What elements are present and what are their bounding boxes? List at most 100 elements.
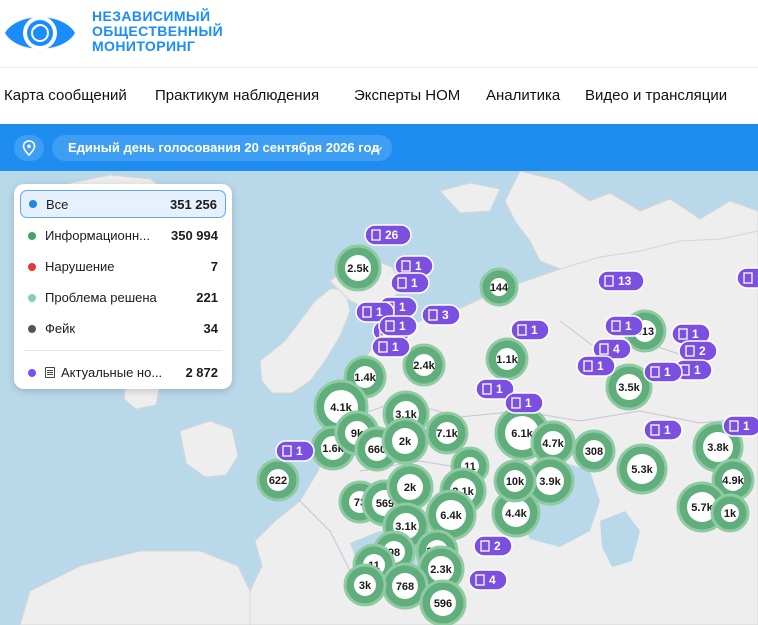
- news-pill[interactable]: 1: [736, 267, 758, 289]
- map-cluster[interactable]: 1.1k: [485, 337, 529, 381]
- legend-item-news[interactable]: Актуальные но... 2 872: [20, 357, 226, 388]
- news-pill[interactable]: 4: [468, 569, 508, 591]
- cluster-count: 1.1k: [496, 354, 518, 366]
- map-cluster[interactable]: 7.1k: [425, 411, 469, 455]
- legend-divider: [24, 350, 222, 351]
- legend-item-info[interactable]: Информационн... 350 994: [20, 220, 226, 251]
- news-pill[interactable]: 1: [378, 315, 418, 337]
- map-cluster[interactable]: 622: [256, 458, 300, 502]
- legend-item-resolved[interactable]: Проблема решена 221: [20, 282, 226, 313]
- map-cluster[interactable]: 2.5k: [334, 244, 382, 292]
- map-cluster[interactable]: 308: [572, 429, 616, 473]
- map-cluster[interactable]: 144: [479, 267, 519, 307]
- election-select-value: Единый день голосования 20 сентября 2026…: [68, 140, 380, 155]
- election-select[interactable]: Единый день голосования 20 сентября 2026…: [52, 135, 392, 161]
- news-pill[interactable]: 1: [390, 272, 430, 294]
- news-pill[interactable]: 1: [275, 440, 315, 462]
- main-nav: Карта сообщений Практикум наблюдения Экс…: [0, 68, 758, 124]
- map-cluster[interactable]: 596: [419, 579, 467, 625]
- cluster-count: 4.7k: [542, 438, 564, 450]
- cluster-count: 308: [585, 446, 603, 458]
- nav-video[interactable]: Видео и трансляции: [585, 87, 727, 104]
- legend-item-violation[interactable]: Нарушение 7: [20, 251, 226, 282]
- news-pill[interactable]: 3: [421, 304, 461, 326]
- legend-item-all[interactable]: Все 351 256: [20, 190, 226, 218]
- brand-line-2: ОБЩЕСТВЕННЫЙ: [92, 23, 224, 39]
- legend-dot: [28, 368, 36, 377]
- legend-item-fake[interactable]: Фейк 34: [20, 313, 226, 344]
- news-pill[interactable]: 2: [678, 340, 718, 362]
- cluster-count: 4.9k: [722, 475, 744, 487]
- cluster-count: 6.4k: [440, 510, 462, 522]
- cluster-count: 10k: [506, 476, 525, 488]
- cluster-count: 3.9k: [539, 476, 561, 488]
- pill-count: 1: [664, 423, 671, 437]
- pill-count: 1: [415, 259, 422, 273]
- chevron-down-icon: ⌵: [372, 141, 382, 155]
- map-cluster[interactable]: 3k: [343, 563, 387, 607]
- news-pill[interactable]: 1: [510, 319, 550, 341]
- pill-count: 1: [411, 276, 418, 290]
- nav-analytics[interactable]: Аналитика: [486, 87, 560, 104]
- pill-count: 1: [399, 319, 406, 333]
- pill-count: 13: [618, 274, 632, 288]
- news-pill[interactable]: 1: [504, 392, 544, 414]
- eye-logo-icon[interactable]: [3, 8, 77, 58]
- nav-observation-practice[interactable]: Практикум наблюдения: [155, 87, 319, 104]
- cluster-count: 144: [490, 282, 509, 294]
- legend-label: Проблема решена: [45, 290, 157, 305]
- cluster-count: 622: [269, 475, 287, 487]
- pill-count: 1: [376, 305, 383, 319]
- cluster-count: 768: [396, 581, 414, 593]
- news-pill[interactable]: 1: [643, 361, 683, 383]
- pill-count: 1: [399, 300, 406, 314]
- brand-title[interactable]: НЕЗАВИСИМЫЙ ОБЩЕСТВЕННЫЙ МОНИТОРИНГ: [92, 9, 223, 54]
- location-button[interactable]: [14, 135, 44, 161]
- pill-count: 1: [692, 327, 699, 341]
- news-pill[interactable]: 1: [643, 419, 683, 441]
- nav-messages-map[interactable]: Карта сообщений: [4, 87, 127, 104]
- legend-count: 350 994: [171, 228, 218, 243]
- pill-count: 1: [392, 340, 399, 354]
- news-pill[interactable]: 1: [722, 415, 758, 437]
- pill-count: 1: [496, 382, 503, 396]
- brand-line-1: НЕЗАВИСИМЫЙ: [92, 8, 211, 24]
- pill-count: 1: [525, 396, 532, 410]
- cluster-count: 1k: [724, 508, 737, 520]
- legend-panel: Все 351 256 Информационн... 350 994 Нару…: [14, 184, 232, 389]
- cluster-count: 2.5k: [347, 263, 369, 275]
- news-pill[interactable]: 26: [364, 224, 412, 246]
- news-pill[interactable]: 1: [604, 315, 644, 337]
- map-cluster[interactable]: 2k: [386, 463, 434, 511]
- map-cluster[interactable]: 1k: [710, 493, 750, 533]
- location-pin-icon: [22, 140, 36, 156]
- cluster-count: 2k: [404, 482, 417, 494]
- legend-count: 351 256: [170, 196, 217, 212]
- pill-count: 4: [489, 573, 496, 587]
- map-cluster[interactable]: 2k: [381, 417, 429, 465]
- legend-dot: [28, 231, 36, 240]
- pill-count: 1: [597, 359, 604, 373]
- cluster-count: 7.1k: [436, 428, 458, 440]
- cluster-count: 5.3k: [631, 464, 653, 476]
- brand-line-3: МОНИТОРИНГ: [92, 38, 196, 54]
- news-pill[interactable]: 13: [597, 270, 645, 292]
- map-cluster[interactable]: 10k: [493, 459, 537, 503]
- pill-count: 3: [442, 308, 449, 322]
- pill-count: 1: [743, 419, 750, 433]
- legend-count: 7: [210, 259, 218, 274]
- pill-count: 2: [699, 344, 706, 358]
- legend-label: Фейк: [45, 321, 76, 336]
- cluster-count: 3.8k: [707, 442, 729, 454]
- news-pill[interactable]: 1: [371, 336, 411, 358]
- messages-map[interactable]: Единый день голосования 20 сентября 2026…: [0, 124, 758, 625]
- cluster-count: 4.4k: [505, 508, 527, 520]
- cluster-count: 2.3k: [430, 564, 452, 576]
- map-cluster[interactable]: 5.3k: [616, 443, 668, 495]
- pill-count: 1: [664, 365, 671, 379]
- nav-experts[interactable]: Эксперты НОМ: [354, 87, 460, 104]
- cluster-count: 6.1k: [511, 428, 533, 440]
- news-pill[interactable]: 2: [473, 535, 513, 557]
- news-pill[interactable]: 1: [576, 355, 616, 377]
- legend-dot: [28, 262, 36, 271]
